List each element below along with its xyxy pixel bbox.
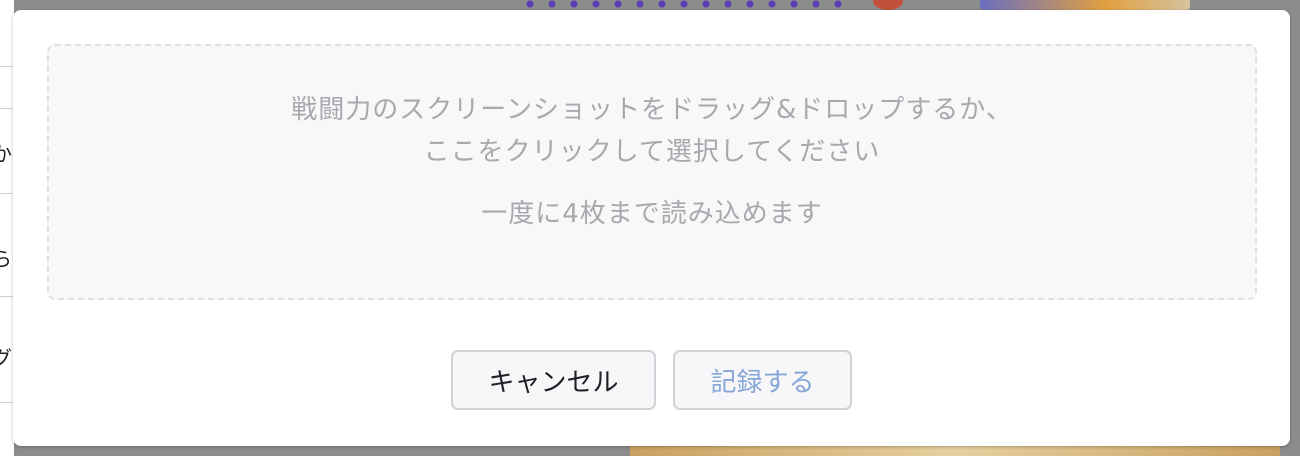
dropzone-limit-note: 一度に4枚まで読み込めます xyxy=(481,199,823,229)
cancel-button[interactable]: キャンセル xyxy=(451,350,656,410)
background-row-divider xyxy=(0,108,14,109)
background-decoration xyxy=(980,0,1190,10)
background-row-divider xyxy=(0,296,14,297)
background-row-divider xyxy=(0,66,14,67)
background-edge-text: ら xyxy=(0,247,12,271)
background-decoration xyxy=(520,0,850,10)
background-row-divider xyxy=(0,402,14,403)
upload-dialog: 戦闘力のスクリーンショットをドラッグ&ドロップするか、 ここをクリックして選択し… xyxy=(13,10,1290,446)
background-decoration xyxy=(630,446,1280,456)
screenshot-dropzone[interactable]: 戦闘力のスクリーンショットをドラッグ&ドロップするか、 ここをクリックして選択し… xyxy=(47,44,1257,300)
background-edge-text: か xyxy=(0,142,12,166)
record-button[interactable]: 記録する xyxy=(673,350,852,410)
background-edge-text: グ xyxy=(0,346,12,370)
background-left-edge: か ら グ xyxy=(0,0,14,456)
background-row-divider xyxy=(0,193,14,194)
dropzone-instruction-line2: ここをクリックして選択してください xyxy=(423,137,881,167)
dropzone-instruction-line1: 戦闘力のスクリーンショットをドラッグ&ドロップするか、 xyxy=(291,95,1013,125)
